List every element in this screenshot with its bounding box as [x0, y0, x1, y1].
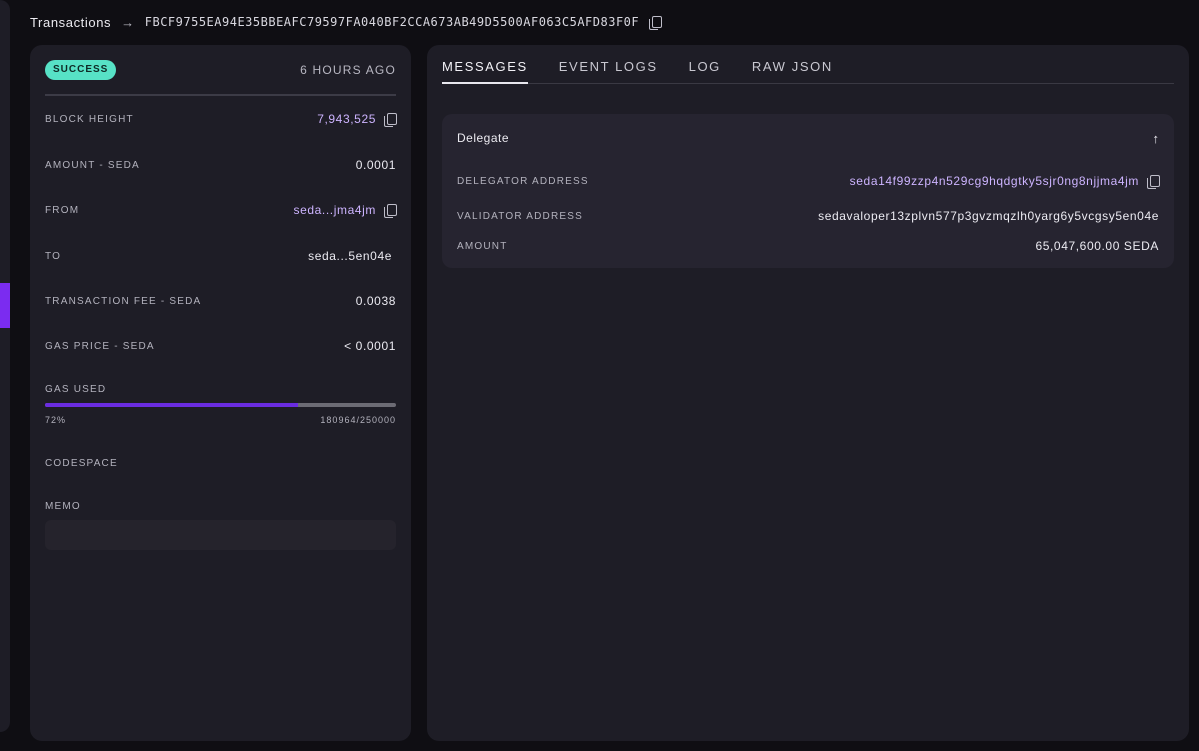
gas-used-progress-bar	[45, 403, 396, 407]
sidebar-active-indicator	[0, 283, 10, 328]
arrow-right-icon: →	[121, 14, 135, 30]
transaction-details-panel: MESSAGES EVENT LOGS LOG RAW JSON Delegat…	[427, 45, 1189, 741]
message-amount-row: AMOUNT 65,047,600.00 SEDA	[457, 237, 1159, 255]
validator-value: sedavaloper13zplvn577p3gvzmqzlh0yarg6y5v…	[818, 209, 1159, 223]
fee-label: TRANSACTION FEE - SEDA	[45, 295, 202, 307]
message-amount-value: 65,047,600.00 SEDA	[1035, 239, 1159, 253]
amount-row: AMOUNT - SEDA 0.0001	[45, 156, 396, 174]
block-height-value: 7,943,525	[317, 112, 397, 127]
gas-used-percent: 72%	[45, 415, 67, 425]
divider	[45, 94, 396, 96]
gas-used-label: GAS USED	[45, 383, 107, 395]
gas-price-row: GAS PRICE - SEDA < 0.0001	[45, 337, 396, 355]
gas-used-meta: 72% 180964/250000	[45, 415, 396, 425]
codespace-row: CODESPACE	[45, 454, 396, 472]
delegator-value: seda14f99zzp4n529cg9hqdgtky5sjr0ng8njjma…	[850, 174, 1160, 189]
block-height-label: BLOCK HEIGHT	[45, 113, 134, 125]
copy-delegator-icon[interactable]	[1147, 174, 1160, 189]
message-title: Delegate	[457, 131, 510, 145]
message-amount-label: AMOUNT	[457, 240, 508, 252]
message-header[interactable]: Delegate ↑	[457, 129, 1159, 147]
tab-messages[interactable]: MESSAGES	[442, 59, 528, 84]
copy-hash-icon[interactable]	[649, 15, 663, 30]
to-value: seda...5en04e	[308, 249, 392, 263]
tab-log[interactable]: LOG	[689, 59, 721, 84]
validator-label: VALIDATOR ADDRESS	[457, 210, 583, 222]
to-row: TO seda...5en04e	[45, 247, 396, 265]
transaction-summary-panel: SUCCESS 6 HOURS AGO BLOCK HEIGHT 7,943,5…	[30, 45, 411, 741]
tab-raw-json[interactable]: RAW JSON	[752, 59, 833, 84]
breadcrumb-transactions-link[interactable]: Transactions	[30, 15, 111, 30]
gas-used-row: GAS USED	[45, 380, 396, 398]
memo-box	[45, 520, 396, 550]
delegator-label: DELEGATOR ADDRESS	[457, 175, 589, 187]
block-height-row: BLOCK HEIGHT 7,943,525	[45, 110, 397, 128]
memo-row: MEMO	[45, 497, 396, 515]
copy-from-icon[interactable]	[384, 203, 397, 218]
block-height-link[interactable]: 7,943,525	[317, 112, 376, 126]
from-address-link[interactable]: seda...jma4jm	[294, 203, 377, 217]
from-row: FROM seda...jma4jm	[45, 201, 397, 219]
breadcrumb: Transactions → FBCF9755EA94E35BBEAFC7959…	[30, 13, 663, 31]
from-value: seda...jma4jm	[294, 203, 397, 218]
copy-block-height-icon[interactable]	[384, 112, 397, 127]
gas-price-value: < 0.0001	[344, 339, 396, 353]
to-label: TO	[45, 250, 62, 262]
gas-used-ratio: 180964/250000	[320, 415, 396, 425]
transaction-hash: FBCF9755EA94E35BBEAFC79597FA040BF2CCA673…	[144, 15, 640, 29]
message-card: Delegate ↑ DELEGATOR ADDRESS seda14f99zz…	[442, 114, 1174, 268]
delegator-address-link[interactable]: seda14f99zzp4n529cg9hqdgtky5sjr0ng8njjma…	[850, 174, 1139, 188]
tab-event-logs[interactable]: EVENT LOGS	[559, 59, 658, 84]
status-row: SUCCESS 6 HOURS AGO	[45, 60, 396, 80]
gas-used-progress-fill	[45, 403, 298, 407]
detail-tabs: MESSAGES EVENT LOGS LOG RAW JSON	[442, 59, 1174, 84]
sidebar	[0, 0, 10, 732]
delegator-row: DELEGATOR ADDRESS seda14f99zzp4n529cg9hq…	[457, 172, 1160, 190]
arrow-up-icon[interactable]: ↑	[1153, 131, 1160, 146]
codespace-label: CODESPACE	[45, 457, 118, 469]
from-label: FROM	[45, 204, 80, 216]
fee-row: TRANSACTION FEE - SEDA 0.0038	[45, 292, 396, 310]
gas-price-label: GAS PRICE - SEDA	[45, 340, 155, 352]
time-ago: 6 HOURS AGO	[300, 63, 396, 77]
amount-label: AMOUNT - SEDA	[45, 159, 140, 171]
status-badge: SUCCESS	[45, 60, 117, 80]
amount-value: 0.0001	[355, 158, 396, 172]
memo-label: MEMO	[45, 500, 81, 512]
validator-row: VALIDATOR ADDRESS sedavaloper13zplvn577p…	[457, 207, 1159, 225]
fee-value: 0.0038	[355, 294, 396, 308]
